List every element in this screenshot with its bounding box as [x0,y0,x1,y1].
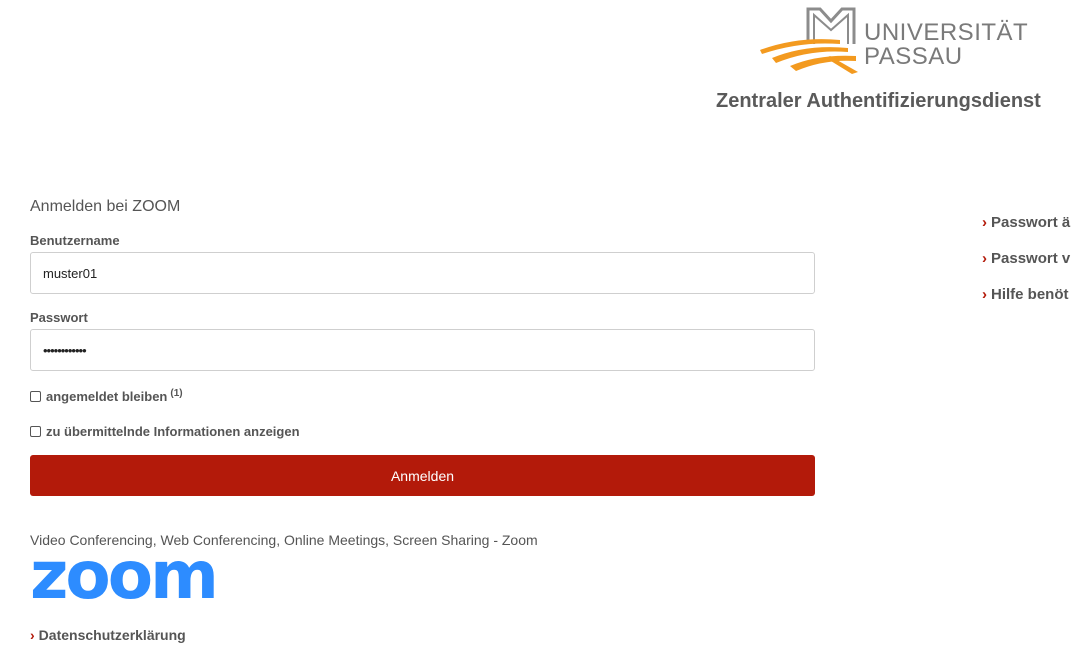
password-label: Passwort [30,310,88,325]
sidebar-link-label[interactable]: Passwort ä [991,214,1070,231]
sidebar-link-label[interactable]: Passwort v [991,250,1070,267]
service-description: Video Conferencing, Web Conferencing, On… [30,532,538,548]
sidebar-link-help[interactable]: › Hilfe benöt [982,286,1069,303]
logo-text-line2: PASSAU [864,43,963,70]
remember-me-label[interactable]: angemeldet bleiben [46,389,167,404]
remember-me-footnote: (1) [170,388,183,399]
passau-emblem-icon [760,7,858,74]
chevron-right-icon: › [982,286,987,303]
remember-me-checkbox[interactable] [30,391,41,402]
remember-me-row[interactable]: angemeldet bleiben (1) [30,388,183,404]
chevron-right-icon: › [982,250,987,267]
username-label: Benutzername [30,233,120,248]
login-button[interactable]: Anmelden [30,455,815,496]
show-info-label[interactable]: zu übermittelnde Informationen anzeigen [46,424,300,439]
form-title: Anmelden bei ZOOM [30,198,181,215]
show-info-row[interactable]: zu übermittelnde Informationen anzeigen [30,424,300,439]
logo-text-line1: UNIVERSITÄT [864,19,1029,46]
show-info-checkbox[interactable] [30,426,41,437]
university-logo: UNIVERSITÄT PASSAU [758,6,1028,76]
chevron-right-icon: › [30,627,35,643]
privacy-link-label[interactable]: Datenschutzerklärung [39,627,186,643]
chevron-right-icon: › [982,214,987,231]
privacy-link[interactable]: › Datenschutzerklärung [30,627,186,643]
sidebar-link-forgot-password[interactable]: › Passwort v [982,250,1070,267]
username-input[interactable]: muster01 [30,252,815,294]
sidebar-link-label[interactable]: Hilfe benöt [991,286,1069,303]
password-input[interactable]: •••••••••••• [30,329,815,371]
service-title: Zentraler Authentifizierungsdienst [716,90,1041,112]
zoom-logo: zoom [30,550,216,602]
sidebar-link-change-password[interactable]: › Passwort ä [982,214,1070,231]
